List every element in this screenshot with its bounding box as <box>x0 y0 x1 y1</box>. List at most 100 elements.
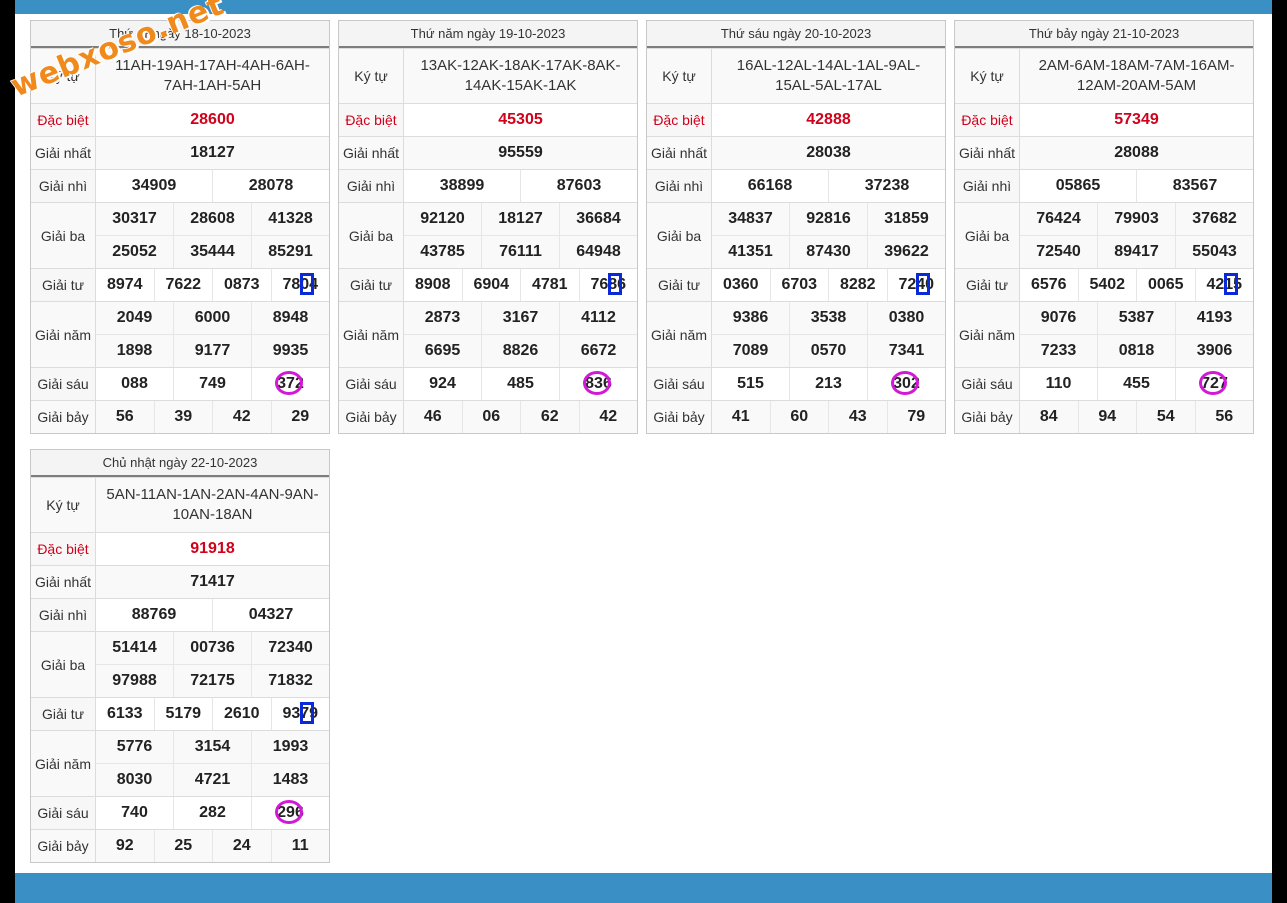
prize-row-g3: Giải ba 30317 28608 41328 25052 35444 85291 <box>31 202 329 268</box>
prize-number: 42 <box>578 401 638 433</box>
highlight-box-mark <box>916 273 930 295</box>
prize-number: 8908 <box>414 276 451 293</box>
prize-number: 38899 <box>439 177 485 194</box>
prize-number: 924 <box>429 375 456 392</box>
prize-values: 66168 37238 <box>712 170 945 202</box>
prize-number: 71417 <box>190 573 235 590</box>
prize-number: 7622 <box>153 269 213 301</box>
prize-label: Giải tư <box>955 269 1020 301</box>
prize-line: 95559 <box>404 137 637 169</box>
prize-values: 515 213 302 <box>712 368 945 400</box>
prize-row-g7: Giải bảy 84 94 54 56 <box>955 400 1253 433</box>
prize-row-g2: Giải nhì 38899 87603 <box>339 169 637 202</box>
prize-label: Giải bảy <box>955 401 1020 433</box>
prize-values: 110 455 727 <box>1020 368 1253 400</box>
prize-number: 4721 <box>173 764 251 796</box>
prize-row-g3: Giải ba 76424 79903 37682 72540 89417 55043 <box>955 202 1253 268</box>
prize-label: Giải nhì <box>647 170 712 202</box>
prize-line: 9076 5387 4193 <box>1020 302 1253 334</box>
prize-line: 92120 18127 36684 <box>404 203 637 235</box>
prize-row-g1: Giải nhất 71417 <box>31 565 329 598</box>
prize-row-g6: Giải sáu 110 455 727 <box>955 367 1253 400</box>
prize-number: 28600 <box>190 111 235 128</box>
result-card: Chủ nhật ngày 22-10-2023 Ký tự 5AN-11AN-1A… <box>30 449 330 863</box>
prize-number: 5776 <box>116 738 153 755</box>
highlight-box-mark <box>608 273 622 295</box>
highlight-circle-mark <box>1198 371 1227 395</box>
prize-number: 24 <box>212 830 271 862</box>
prize-line: 28038 <box>712 137 945 169</box>
prize-number: 51414 <box>112 639 157 656</box>
prize-values: 46 06 62 42 <box>404 401 637 433</box>
prize-line: 34909 28078 <box>96 170 329 202</box>
prize-label: Giải nhất <box>955 137 1020 169</box>
prize-number: 05865 <box>1055 177 1101 194</box>
prize-line: 28088 <box>1020 137 1253 169</box>
prize-number: 28038 <box>806 144 851 161</box>
prize-values: 8974 7622 0873 7804 <box>96 269 329 301</box>
prize-values: 9386 3538 0380 7089 0570 7341 <box>712 302 945 367</box>
prize-row-g7: Giải bảy 41 60 43 79 <box>647 400 945 433</box>
prize-number: 3167 <box>481 302 559 334</box>
prize-line: 515 213 302 <box>712 368 945 400</box>
prize-row-g6: Giải sáu 924 485 836 <box>339 367 637 400</box>
prize-number: 43 <box>828 401 887 433</box>
prize-line: 43785 76111 64948 <box>404 235 637 268</box>
prize-line: 41351 87430 39622 <box>712 235 945 268</box>
prize-number: 110 <box>1045 375 1072 392</box>
prize-number: 66168 <box>747 177 793 194</box>
prize-values: 924 485 836 <box>404 368 637 400</box>
prize-label: Giải ba <box>339 203 404 268</box>
prize-number: 46 <box>423 408 442 425</box>
prize-line: 740 282 296 <box>96 797 329 829</box>
prize-line: 30317 28608 41328 <box>96 203 329 235</box>
prize-number: 39 <box>153 401 213 433</box>
prize-line: 7089 0570 7341 <box>712 334 945 367</box>
prize-number: 29 <box>270 401 330 433</box>
prize-number: 5AN-11AN-1AN-2AN-4AN-9AN-10AN-18AN <box>106 486 319 523</box>
prize-number: 76111 <box>481 236 559 268</box>
prize-row-g6: Giải sáu 088 749 372 <box>31 367 329 400</box>
prize-number: 3154 <box>173 731 251 763</box>
prize-number: 72340 <box>251 632 329 664</box>
prize-number: 282 <box>173 797 251 829</box>
prize-label: Giải tư <box>647 269 712 301</box>
prize-row-g7: Giải bảy 46 06 62 42 <box>339 400 637 433</box>
prize-row-g2: Giải nhì 66168 37238 <box>647 169 945 202</box>
prize-values: 2873 3167 4112 6695 8826 6672 <box>404 302 637 367</box>
prize-label: Giải ba <box>31 632 96 697</box>
prize-label: Giải sáu <box>31 368 96 400</box>
prize-number: 7804 <box>270 269 330 301</box>
prize-line: 8974 7622 0873 7804 <box>96 269 329 301</box>
prize-label: Giải nhất <box>31 566 96 598</box>
prize-number: 41328 <box>251 203 329 235</box>
prize-line: 924 485 836 <box>404 368 637 400</box>
prize-row-g7: Giải bảy 92 25 24 11 <box>31 829 329 862</box>
prize-label: Giải bảy <box>339 401 404 433</box>
prize-line: 05865 83567 <box>1020 170 1253 202</box>
prize-values: 28600 <box>96 104 329 136</box>
prize-line: 2049 6000 8948 <box>96 302 329 334</box>
prize-number: 0570 <box>789 335 867 367</box>
prize-number: 0873 <box>212 269 271 301</box>
prize-row-g5: Giải năm 5776 3154 1993 8030 4721 1483 <box>31 730 329 796</box>
prize-line: 5AN-11AN-1AN-2AN-4AN-9AN-10AN-18AN <box>96 478 329 532</box>
prize-number: 6000 <box>173 302 251 334</box>
highlight-circle-mark <box>274 800 303 824</box>
prize-number: 31859 <box>867 203 945 235</box>
prize-values: 8908 6904 4781 7686 <box>404 269 637 301</box>
prize-number: 1898 <box>116 342 153 359</box>
prize-row-kytu: Ký tự 11AH-19AH-17AH-4AH-6AH-7AH-1AH-5AH <box>31 48 329 103</box>
prize-row-g1: Giải nhất 95559 <box>339 136 637 169</box>
prize-values: 28088 <box>1020 137 1253 169</box>
prize-number: 87430 <box>789 236 867 268</box>
prize-label: Giải nhất <box>31 137 96 169</box>
prize-row-g7: Giải bảy 56 39 42 29 <box>31 400 329 433</box>
prize-number: 836 <box>559 368 637 400</box>
prize-label: Giải nhất <box>339 137 404 169</box>
prize-number: 13AK-12AK-18AK-17AK-8AK-14AK-15AK-1AK <box>420 57 621 94</box>
highlight-circle-mark <box>890 371 919 395</box>
prize-number: 727 <box>1175 368 1253 400</box>
card-date-title: Chủ nhật ngày 22-10-2023 <box>31 450 329 477</box>
prize-row-db: Đặc biệt 57349 <box>955 103 1253 136</box>
